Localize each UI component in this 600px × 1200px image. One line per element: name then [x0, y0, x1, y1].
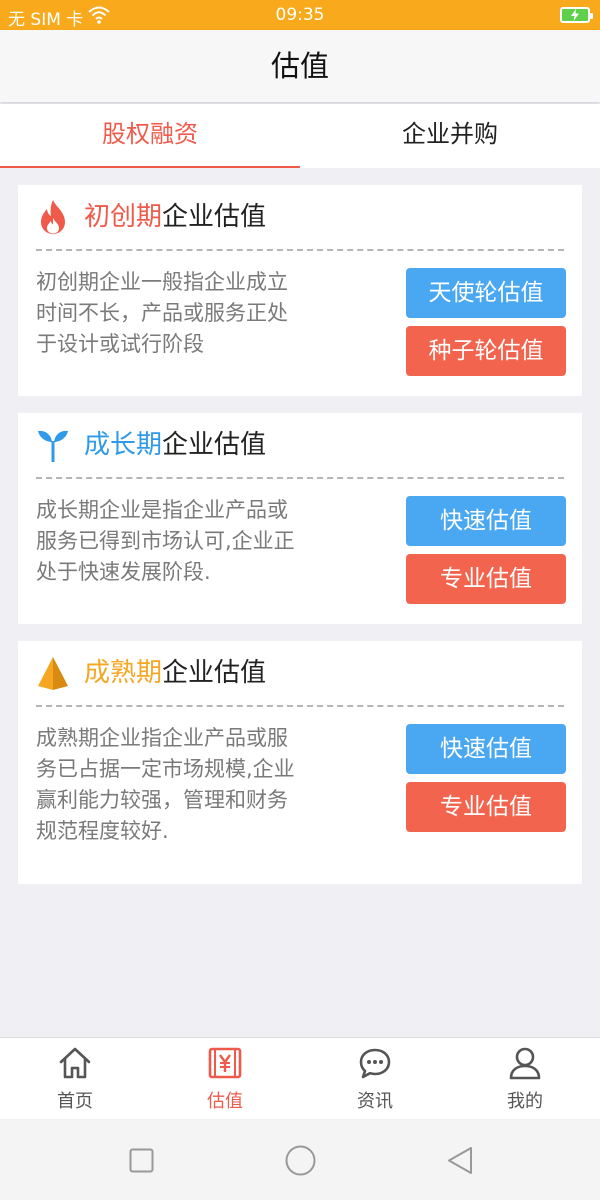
home-circle-icon[interactable]: [285, 1145, 316, 1176]
back-triangle-icon[interactable]: [446, 1146, 474, 1175]
tabbar-label: 资讯: [357, 1091, 393, 1112]
tab-label: 股权融资: [102, 120, 198, 148]
growth-stage-card: 成长期企业估值 成长期企业是指企业产品或 服务已得到市场认可,企业正 处于快速发…: [18, 413, 582, 624]
description-line: 服务已得到市场认可,企业正: [36, 529, 295, 553]
stage-name: 成长期: [84, 430, 163, 460]
card-header: 成长期企业估值: [18, 413, 582, 477]
tab-mergers-acquisitions[interactable]: 企业并购: [300, 104, 600, 168]
description-line: 赢利能力较强，管理和财务: [36, 788, 288, 812]
flame-icon: [41, 200, 65, 234]
professional-valuation-button[interactable]: 专业估值: [406, 782, 566, 832]
mature-stage-card: 成熟期企业估值 成熟期企业指企业产品或服 务已占据一定市场规模,企业 赢利能力较…: [18, 641, 582, 884]
tabbar-label: 首页: [57, 1091, 93, 1112]
card-description: 成长期企业是指企业产品或 服务已得到市场认可,企业正 处于快速发展阶段.: [36, 495, 336, 588]
card-title: 成长期企业估值: [84, 413, 266, 477]
recents-square-icon[interactable]: [129, 1148, 154, 1173]
card-title: 初创期企业估值: [84, 185, 266, 249]
description-line: 成熟期企业指企业产品或服: [36, 726, 288, 750]
title-bar: 估值: [0, 30, 600, 102]
sprout-icon: [38, 430, 68, 462]
bottom-tab-bar: 首页 估值 资讯 我的: [0, 1037, 600, 1119]
battery-icon: [560, 7, 593, 23]
stage-suffix: 企业估值: [162, 658, 267, 688]
tabbar-item-home[interactable]: 首页: [0, 1038, 150, 1120]
page-title: 估值: [270, 49, 329, 83]
description-line: 处于快速发展阶段.: [36, 560, 211, 584]
description-line: 时间不长，产品或服务正处: [36, 301, 288, 325]
tabbar-item-mine[interactable]: 我的: [450, 1038, 600, 1120]
chat-bubble-icon: [359, 1048, 391, 1079]
description-line: 于设计或试行阶段: [36, 332, 204, 356]
angel-round-valuation-button[interactable]: 天使轮估值: [406, 268, 566, 318]
description-line: 务已占据一定市场规模,企业: [36, 757, 295, 781]
tabbar-item-valuation[interactable]: 估值: [150, 1038, 300, 1120]
quick-valuation-button[interactable]: 快速估值: [406, 724, 566, 774]
tab-equity-financing[interactable]: 股权融资: [0, 104, 300, 168]
description-line: 成长期企业是指企业产品或: [36, 498, 288, 522]
card-title: 成熟期企业估值: [84, 641, 266, 705]
professional-valuation-button[interactable]: 专业估值: [406, 554, 566, 604]
dashed-divider: [36, 705, 564, 707]
tab-strip: 股权融资 企业并购: [0, 104, 600, 168]
card-header: 初创期企业估值: [18, 185, 582, 249]
stage-name: 成熟期: [84, 658, 163, 688]
seed-round-valuation-button[interactable]: 种子轮估值: [406, 326, 566, 376]
card-description: 成熟期企业指企业产品或服 务已占据一定市场规模,企业 赢利能力较强，管理和财务 …: [36, 723, 336, 847]
description-line: 初创期企业一般指企业成立: [36, 270, 288, 294]
pyramid-icon: [38, 657, 68, 690]
clock: 09:35: [275, 5, 325, 25]
status-bar: 无 SIM 卡 09:35: [0, 0, 600, 30]
tabbar-item-news[interactable]: 资讯: [300, 1038, 450, 1120]
tab-label: 企业并购: [402, 120, 498, 148]
system-navigation-bar: [0, 1120, 600, 1200]
home-icon: [59, 1047, 91, 1079]
quick-valuation-button[interactable]: 快速估值: [406, 496, 566, 546]
stage-name: 初创期: [84, 202, 163, 232]
startup-stage-card: 初创期企业估值 初创期企业一般指企业成立 时间不长，产品或服务正处 于设计或试行…: [18, 185, 582, 396]
card-description: 初创期企业一般指企业成立 时间不长，产品或服务正处 于设计或试行阶段: [36, 267, 336, 360]
dashed-divider: [36, 477, 564, 479]
dashed-divider: [36, 249, 564, 251]
stage-suffix: 企业估值: [162, 202, 267, 232]
person-icon: [509, 1047, 541, 1080]
tabbar-label: 估值: [207, 1091, 243, 1112]
card-header: 成熟期企业估值: [18, 641, 582, 705]
yen-calculator-icon: [208, 1047, 242, 1079]
description-line: 规范程度较好.: [36, 819, 169, 843]
tabbar-label: 我的: [507, 1091, 543, 1112]
stage-suffix: 企业估值: [162, 430, 267, 460]
